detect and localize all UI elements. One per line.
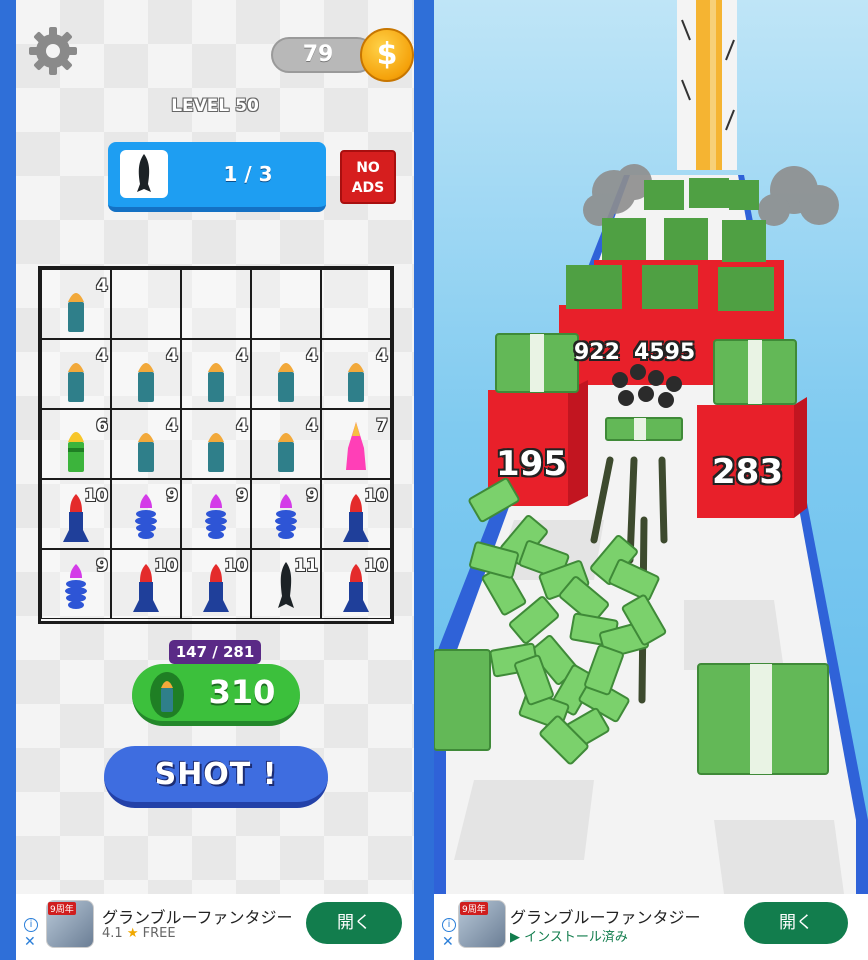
ad-rating-row: 4.1 ★ FREE [102,926,176,941]
purple-spiral-icon [135,494,157,539]
weapon-level: 4 [166,346,178,366]
grid-cell[interactable]: 9 [181,479,251,549]
obstacle-value-far-left: 922 [574,340,620,365]
settings-gear-icon[interactable] [26,24,80,78]
weapon-level: 4 [96,276,108,296]
ad-banner-right[interactable]: i ✕ 9周年 グランブルーファンタジー ▶ インストール済み 開く [434,894,868,960]
grid-cell[interactable]: 9 [41,549,111,619]
grid-cell[interactable]: 4 [111,339,181,409]
grid-cell[interactable] [321,269,391,339]
runner-scene: 195 283 922 4595 i ✕ 9周年 グランブルーファンタジー ▶ … [434,0,868,960]
coin-icon: $ [360,28,414,82]
bullet-icon [150,672,184,718]
weapon-level: 9 [306,486,318,506]
weapon-level: 10 [154,556,178,576]
weapon-level: 10 [364,486,388,506]
grid-cell[interactable]: 9 [251,479,321,549]
obstacle-value-far-mid: 4595 [634,340,696,365]
weapon-progress: 1 / 3 [108,142,326,212]
ad-open-button[interactable]: 開く [306,902,402,944]
weapon-level: 10 [84,486,108,506]
grid-cell[interactable]: 10 [111,549,181,619]
weapon-level: 4 [236,346,248,366]
ad-info-icon[interactable]: i [24,918,38,932]
grid-cell[interactable] [251,269,321,339]
capacity-badge: 147 / 281 [169,640,261,664]
ad-installed-status: ▶ インストール済み [510,930,628,945]
grid-cell[interactable]: 7 [321,409,391,479]
green-bullet-icon [138,433,154,472]
progress-text: 1 / 3 [223,162,273,186]
ad-close-icon[interactable]: ✕ [24,934,36,950]
pink-rocket-icon [346,422,366,470]
ad-title: グランブルーファンタジー [510,908,701,927]
no-ads-button[interactable]: NO ADS [340,150,396,204]
shot-button[interactable]: SHOT ! [104,746,328,808]
coin-value: 79 [302,42,334,67]
grid-cell[interactable] [111,269,181,339]
grid-cell[interactable]: 10 [321,479,391,549]
green-bullet-icon [68,293,84,332]
weapon-level: 4 [376,346,388,366]
ad-app-icon: 9周年 [46,900,94,948]
purple-spiral-icon [205,494,227,539]
purple-spiral-icon [275,494,297,539]
missile-icon [120,150,168,198]
weapon-level: 7 [376,416,388,436]
obstacle-value-right: 283 [712,452,783,492]
grid-cell[interactable]: 10 [41,479,111,549]
grid-cell[interactable]: 4 [251,339,321,409]
weapon-level: 4 [306,416,318,436]
merge-panel: 79 $ LEVEL 50 1 / 3 NO ADS 4 4 4 4 4 4 6 4 4 4 7 10… [16,0,414,960]
ammo-value: 310 [208,673,276,711]
grid-cell[interactable]: 4 [41,339,111,409]
weapon-level: 9 [166,486,178,506]
ad-open-button[interactable]: 開く [744,902,848,944]
purple-spiral-icon [65,564,87,609]
grid-cell[interactable]: 4 [41,269,111,339]
weapon-level: 9 [236,486,248,506]
green-bullet-icon [208,433,224,472]
weapon-level: 4 [306,346,318,366]
weapon-level: 10 [224,556,248,576]
weapon-level: 9 [96,556,108,576]
grid-cell[interactable]: 6 [41,409,111,479]
grid-cell[interactable]: 10 [181,549,251,619]
weapon-level: 4 [96,346,108,366]
grid-cell[interactable]: 11 [251,549,321,619]
game-screen: 79 $ LEVEL 50 1 / 3 NO ADS 4 4 4 4 4 4 6 4 4 4 7 10… [0,0,868,960]
green-bullet-icon [68,363,84,402]
grid-cell[interactable]: 4 [181,409,251,479]
grid-cell[interactable] [181,269,251,339]
ad-title: グランブルーファンタジー [102,908,293,927]
ad-close-icon[interactable]: ✕ [442,934,454,950]
grid-cell[interactable]: 4 [321,339,391,409]
green-bullet-icon [278,433,294,472]
play-store-icon: ▶ [510,930,520,945]
grid-cell[interactable]: 4 [251,409,321,479]
grid-cell[interactable]: 4 [181,339,251,409]
ad-app-icon: 9周年 [458,900,506,948]
ammo-button[interactable]: 310 [132,664,300,726]
star-icon: ★ [126,926,139,941]
weapon-level: 10 [364,556,388,576]
green-bullet-icon [348,363,364,402]
ad-info-icon[interactable]: i [442,918,456,932]
green-bullet-icon [278,363,294,402]
weapon-level: 11 [294,556,318,576]
grid-cell[interactable]: 4 [111,409,181,479]
ad-banner-left[interactable]: i ✕ 9周年 グランブルーファンタジー 4.1 ★ FREE 開く [16,894,414,960]
green-bullet-icon [138,363,154,402]
obstacle-value-left: 195 [496,444,567,484]
yellow-bullet-icon [68,432,84,472]
level-label: LEVEL 50 [171,96,259,116]
grid-cell[interactable]: 10 [321,549,391,619]
merge-grid: 4 4 4 4 4 4 6 4 4 4 7 10 9 9 9 10 9 10 10 11 10 [38,266,394,624]
grid-cell[interactable]: 9 [111,479,181,549]
weapon-level: 4 [236,416,248,436]
weapon-level: 4 [166,416,178,436]
green-bullet-icon [208,363,224,402]
weapon-level: 6 [96,416,108,436]
